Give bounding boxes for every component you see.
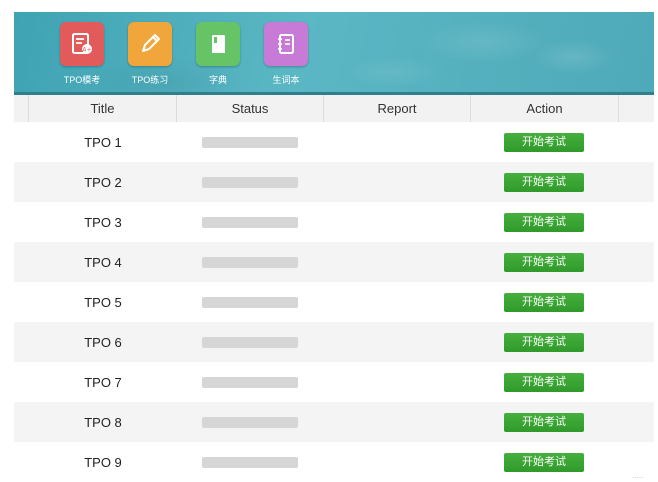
status-progress-bar xyxy=(202,416,298,428)
nav-label: 生词本 xyxy=(272,75,300,85)
start-exam-button[interactable]: 开始考试 xyxy=(504,212,584,232)
table-row: TPO 8 开始考试 xyxy=(14,402,654,442)
start-exam-button[interactable]: 开始考试 xyxy=(504,332,584,352)
header-spacer xyxy=(619,95,654,122)
nav-tpo-practice[interactable]: TPO练习 xyxy=(118,22,182,90)
mock-exam-icon: A+ xyxy=(60,22,104,66)
start-exam-button[interactable]: 开始考试 xyxy=(504,132,584,152)
svg-text:A+: A+ xyxy=(82,47,91,54)
start-exam-button[interactable]: 开始考试 xyxy=(504,452,584,472)
start-exam-button[interactable]: 开始考试 xyxy=(504,172,584,192)
row-title: TPO 3 xyxy=(84,214,122,230)
column-header-action: Action xyxy=(471,95,619,122)
table-row: TPO 9 开始考试 xyxy=(14,442,654,482)
nav-dictionary[interactable]: 字典 xyxy=(186,22,250,90)
nav-label: 字典 xyxy=(208,75,227,85)
start-exam-button[interactable]: 开始考试 xyxy=(504,252,584,272)
notebook-icon xyxy=(264,22,308,66)
table-row: TPO 5 开始考试 xyxy=(14,282,654,322)
row-title: TPO 5 xyxy=(84,294,122,310)
dictionary-icon xyxy=(196,22,240,66)
table-row: TPO 1 开始考试 xyxy=(14,122,654,162)
status-progress-bar xyxy=(202,456,298,468)
status-progress-bar xyxy=(202,136,298,148)
status-progress-bar xyxy=(202,376,298,388)
start-exam-button[interactable]: 开始考试 xyxy=(504,372,584,392)
column-header-status: Status xyxy=(177,95,324,122)
row-title: TPO 1 xyxy=(84,134,122,150)
app-header: A+ TPO模考 TPO练习 字典 生词本 xyxy=(14,12,654,92)
nav-vocabulary-notebook[interactable]: 生词本 xyxy=(254,22,318,90)
nav-label: TPO模考 xyxy=(63,75,101,85)
row-title: TPO 8 xyxy=(84,414,122,430)
table-row: TPO 2 开始考试 xyxy=(14,162,654,202)
status-progress-bar xyxy=(202,296,298,308)
nav-tpo-mock-exam[interactable]: A+ TPO模考 xyxy=(50,22,114,90)
header-spacer xyxy=(14,95,29,122)
column-header-report: Report xyxy=(324,95,471,122)
table-row: TPO 6 开始考试 xyxy=(14,322,654,362)
status-progress-bar xyxy=(202,336,298,348)
table-row: TPO 7 开始考试 xyxy=(14,362,654,402)
row-title: TPO 6 xyxy=(84,334,122,350)
row-title: TPO 9 xyxy=(84,454,122,470)
start-exam-button[interactable]: 开始考试 xyxy=(504,412,584,432)
watermark: ...... xyxy=(632,473,644,480)
pencil-icon xyxy=(128,22,172,66)
status-progress-bar xyxy=(202,176,298,188)
row-title: TPO 4 xyxy=(84,254,122,270)
row-title: TPO 2 xyxy=(84,174,122,190)
column-header-title: Title xyxy=(29,95,177,122)
table-row: TPO 3 开始考试 xyxy=(14,202,654,242)
table-row: TPO 4 开始考试 xyxy=(14,242,654,282)
start-exam-button[interactable]: 开始考试 xyxy=(504,292,584,312)
row-title: TPO 7 xyxy=(84,374,122,390)
status-progress-bar xyxy=(202,216,298,228)
status-progress-bar xyxy=(202,256,298,268)
tpo-table-body: TPO 1 开始考试 TPO 2 开始考试 TPO 3 开始考试 TPO 4 开… xyxy=(14,122,654,482)
table-header: Title Status Report Action xyxy=(14,92,654,122)
nav-label: TPO练习 xyxy=(131,75,169,85)
